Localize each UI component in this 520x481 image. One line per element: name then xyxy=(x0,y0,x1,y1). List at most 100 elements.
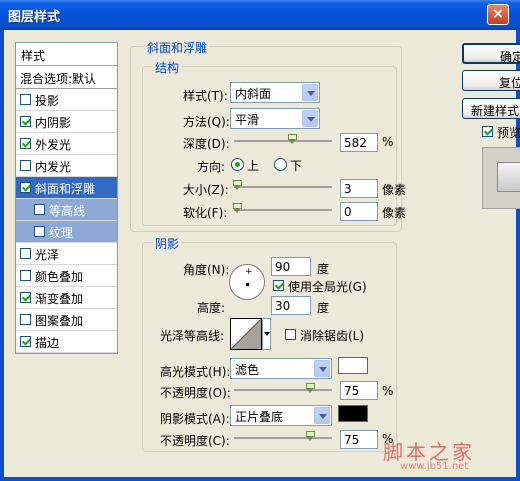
angle-dial[interactable]: + xyxy=(229,264,265,300)
sidebar-item[interactable]: 渐变叠加 xyxy=(16,287,117,309)
blend-options-item[interactable]: 混合选项:默认 xyxy=(16,66,117,89)
shadow-mode-value: 正片叠底 xyxy=(235,410,284,424)
sidebar-item[interactable]: 图案叠加 xyxy=(16,309,117,331)
soften-input[interactable]: 0 xyxy=(340,202,378,221)
contour-curve-icon xyxy=(230,318,262,350)
sidebar-item[interactable]: 纹理 xyxy=(16,221,117,243)
global-light-checkbox[interactable] xyxy=(273,280,284,291)
sidebar-item[interactable]: 投影 xyxy=(16,89,117,111)
sidebar-item[interactable]: 斜面和浮雕 xyxy=(16,177,117,199)
preview-checkbox[interactable] xyxy=(482,126,493,137)
soften-label: 软化(F): xyxy=(183,206,228,220)
sidebar-item[interactable]: 颜色叠加 xyxy=(16,265,117,287)
gloss-contour-dropdown[interactable] xyxy=(262,318,271,350)
technique-value: 平滑 xyxy=(235,113,260,127)
depth-input[interactable]: 582 xyxy=(340,133,378,152)
shadow-opacity-knob[interactable] xyxy=(306,431,315,441)
highlight-opacity-label: 不透明度(O): xyxy=(160,386,231,400)
close-button[interactable]: × xyxy=(487,4,509,25)
sidebar-item-label: 颜色叠加 xyxy=(35,270,84,284)
sidebar-item-checkbox[interactable] xyxy=(20,94,31,105)
direction-down-radio[interactable] xyxy=(274,158,287,171)
soften-slider-track[interactable] xyxy=(234,209,332,211)
sidebar-item-checkbox[interactable] xyxy=(34,226,45,237)
shading-legend: 阴影 xyxy=(153,235,182,252)
ok-button[interactable]: 确定 xyxy=(462,43,520,64)
sidebar-item[interactable]: 内发光 xyxy=(16,155,117,177)
highlight-mode-select[interactable]: 滤色 xyxy=(230,358,332,379)
angle-unit: 度 xyxy=(317,262,330,276)
shadow-mode-select[interactable]: 正片叠底 xyxy=(230,405,332,426)
dial-center-icon xyxy=(246,283,249,286)
style-value: 内斜面 xyxy=(235,87,272,101)
style-list: 样式 混合选项:默认 投影内阴影外发光内发光 斜面和浮雕 等高线 纹理 光泽颜色叠加渐变… xyxy=(15,42,118,354)
angle-label: 角度(N): xyxy=(183,263,230,277)
altitude-input[interactable]: 30 xyxy=(271,296,311,315)
technique-label: 方法(Q): xyxy=(183,115,230,129)
style-select[interactable]: 内斜面 xyxy=(230,82,320,103)
title-bar: 图层样式 × xyxy=(0,0,520,30)
shadow-mode-label: 阴影模式(A): xyxy=(160,412,230,426)
soften-slider-knob[interactable] xyxy=(233,203,242,213)
size-label: 大小(Z): xyxy=(183,183,229,197)
global-light-label: 使用全局光(G) xyxy=(288,280,367,294)
close-icon: × xyxy=(492,6,504,22)
blend-options-label: 混合选项:默认 xyxy=(20,72,97,86)
sidebar-item[interactable]: 外发光 xyxy=(16,133,117,155)
shadow-color-swatch[interactable] xyxy=(338,405,368,422)
direction-up-radio[interactable] xyxy=(231,158,244,171)
highlight-opacity-input[interactable]: 75 xyxy=(340,381,378,400)
size-slider-knob[interactable] xyxy=(233,180,242,190)
sidebar-item-checkbox[interactable] xyxy=(20,248,31,259)
sidebar-item-checkbox[interactable] xyxy=(20,160,31,171)
sidebar-item-checkbox[interactable] xyxy=(20,336,31,347)
sidebar-item-checkbox[interactable] xyxy=(20,138,31,149)
angle-input[interactable]: 90 xyxy=(271,257,311,276)
reset-label: 复位 xyxy=(499,76,520,90)
sidebar-item[interactable]: 等高线 xyxy=(16,199,117,221)
soften-value: 0 xyxy=(344,205,352,219)
sidebar-item-checkbox[interactable] xyxy=(20,116,31,127)
style-header-label: 样式 xyxy=(21,49,46,63)
size-slider-track[interactable] xyxy=(234,186,332,188)
sidebar-item-label: 描边 xyxy=(35,336,60,350)
depth-slider-track[interactable] xyxy=(234,140,332,142)
sidebar-item-checkbox[interactable] xyxy=(20,182,31,193)
antialias-label: 消除锯齿(L) xyxy=(300,329,365,343)
chevron-down-icon xyxy=(302,110,318,127)
sidebar-item-checkbox[interactable] xyxy=(20,270,31,281)
highlight-opacity-value: 75 xyxy=(344,384,360,398)
technique-select[interactable]: 平滑 xyxy=(230,108,320,129)
new-style-button[interactable]: 新建样式 xyxy=(462,98,520,119)
direction-label: 方向: xyxy=(197,160,226,174)
chevron-down-icon xyxy=(264,332,270,336)
gloss-contour-preview[interactable] xyxy=(230,318,262,350)
size-value: 3 xyxy=(344,182,352,196)
sidebar-item-checkbox[interactable] xyxy=(20,292,31,303)
sidebar-item[interactable]: 内阴影 xyxy=(16,111,117,133)
depth-slider-knob[interactable] xyxy=(288,134,297,144)
highlight-opacity-unit: % xyxy=(382,384,394,398)
highlight-color-swatch[interactable] xyxy=(338,357,368,374)
highlight-opacity-track[interactable] xyxy=(234,389,332,391)
style-label: 样式(T): xyxy=(183,89,228,103)
sidebar-item[interactable]: 光泽 xyxy=(16,243,117,265)
structure-legend: 结构 xyxy=(153,59,182,76)
antialias-checkbox[interactable] xyxy=(285,329,296,340)
sidebar-item[interactable]: 描边 xyxy=(16,331,117,353)
highlight-opacity-knob[interactable] xyxy=(306,383,315,393)
altitude-label: 高度: xyxy=(197,301,226,315)
size-input[interactable]: 3 xyxy=(340,179,378,198)
soften-unit: 像素 xyxy=(382,206,407,220)
sidebar-item-checkbox[interactable] xyxy=(20,314,31,325)
sidebar-item-checkbox[interactable] xyxy=(34,204,45,215)
shadow-opacity-track[interactable] xyxy=(234,437,332,439)
sidebar-item-label: 投影 xyxy=(35,94,60,108)
highlight-mode-value: 滤色 xyxy=(235,363,260,377)
shadow-opacity-input[interactable]: 75 xyxy=(340,430,378,449)
altitude-unit: 度 xyxy=(317,301,330,315)
sidebar-item-label: 外发光 xyxy=(35,138,72,152)
reset-button[interactable]: 复位 xyxy=(462,70,520,91)
style-list-header[interactable]: 样式 xyxy=(16,43,117,66)
shadow-opacity-label: 不透明度(C): xyxy=(160,434,230,448)
